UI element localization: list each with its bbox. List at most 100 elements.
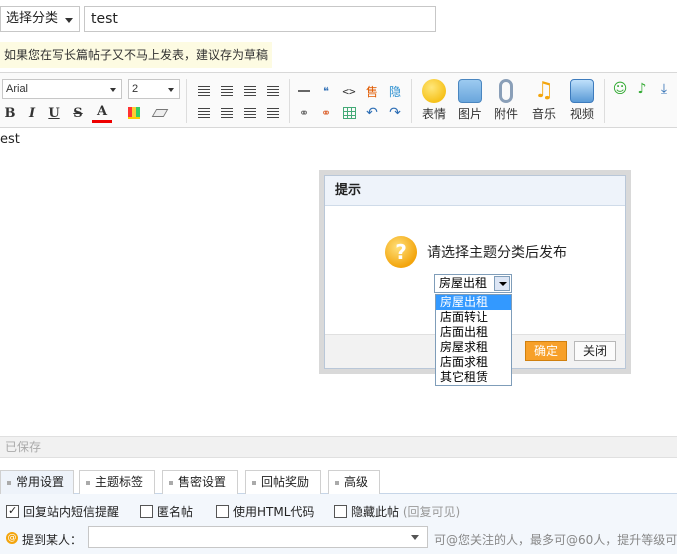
dialog-category-value: 房屋出租 bbox=[439, 276, 488, 290]
hide-post-label: 隐藏此帖 bbox=[351, 505, 400, 519]
smiley-icon bbox=[422, 79, 446, 103]
toolbar-divider bbox=[604, 79, 605, 123]
title-input[interactable]: test bbox=[84, 6, 436, 32]
font-size-value: 2 bbox=[132, 83, 139, 95]
dropdown-option[interactable]: 其它租赁 bbox=[436, 370, 511, 385]
download-icon[interactable]: ⤓ bbox=[654, 79, 674, 99]
anonymous-option[interactable]: 匿名帖 bbox=[140, 504, 193, 520]
dialog-category-select[interactable]: 房屋出租 bbox=[434, 274, 512, 293]
emoji-button[interactable]: 表情 bbox=[414, 75, 454, 127]
unordered-list-icon[interactable] bbox=[217, 103, 237, 123]
eraser-icon[interactable] bbox=[150, 103, 170, 123]
dropdown-option[interactable]: 店面出租 bbox=[436, 325, 511, 340]
hide-post-checkbox[interactable] bbox=[334, 505, 347, 518]
dropdown-option[interactable]: 房屋出租 bbox=[436, 295, 511, 310]
music-note-icon: ♫ bbox=[534, 78, 554, 103]
emoji-button-label: 表情 bbox=[421, 107, 446, 121]
quote-icon[interactable]: ❝ bbox=[316, 81, 336, 101]
strikethrough-button[interactable]: S bbox=[68, 103, 88, 123]
at-sign-icon: @ bbox=[6, 532, 18, 544]
align-left-icon[interactable] bbox=[194, 81, 214, 101]
tab-advanced[interactable]: 高级 bbox=[328, 470, 380, 494]
unlink-icon[interactable]: ⚭ bbox=[316, 103, 336, 123]
video-icon bbox=[570, 79, 594, 103]
code-icon[interactable]: <> bbox=[339, 81, 359, 101]
link-icon[interactable]: ⚭ bbox=[294, 103, 314, 123]
background-color-icon[interactable] bbox=[124, 103, 144, 123]
attachment-button-label: 附件 bbox=[493, 107, 518, 121]
chevron-down-icon[interactable] bbox=[494, 276, 510, 291]
redo-icon[interactable]: ↷ bbox=[385, 103, 405, 123]
hide-content-icon[interactable]: 隐 bbox=[385, 81, 405, 101]
settings-tabs: 常用设置 主题标签 售密设置 回帖奖励 高级 bbox=[0, 468, 677, 494]
dropdown-option[interactable]: 店面求租 bbox=[436, 355, 511, 370]
question-icon: ? bbox=[385, 236, 417, 268]
underline-button[interactable]: U bbox=[44, 103, 64, 123]
video-button-label: 视频 bbox=[569, 107, 594, 121]
dialog-category-options: 房屋出租 店面转让 店面出租 房屋求租 店面求租 其它租赁 bbox=[435, 294, 512, 386]
chevron-down-icon bbox=[168, 88, 174, 92]
editor-toolbar: Arial 2 B I U S A ❝ <> 售 隐 ⚭ ⚭ ↶ ↷ 表情 图片 bbox=[0, 72, 677, 128]
image-button-label: 图片 bbox=[457, 107, 482, 121]
undo-icon[interactable]: ↶ bbox=[362, 103, 382, 123]
picture-icon bbox=[458, 79, 482, 103]
audio-icon[interactable]: ♪ bbox=[632, 79, 652, 99]
chevron-down-icon bbox=[65, 18, 73, 23]
toolbar-divider bbox=[411, 79, 412, 123]
reply-notify-option[interactable]: 回复站内短信提醒 bbox=[6, 503, 120, 520]
editor-content: est bbox=[0, 132, 20, 147]
ordered-list-icon[interactable] bbox=[194, 103, 214, 123]
reply-notify-checkbox[interactable] bbox=[6, 503, 19, 519]
image-button[interactable]: 图片 bbox=[450, 75, 490, 127]
tab-sell-settings[interactable]: 售密设置 bbox=[162, 470, 238, 494]
align-right-icon[interactable] bbox=[240, 81, 260, 101]
draft-tip: 如果您在写长篇帖子又不马上发表，建议存为草稿 bbox=[0, 42, 272, 68]
chevron-down-icon[interactable] bbox=[411, 535, 419, 540]
dropdown-option[interactable]: 店面转让 bbox=[436, 310, 511, 325]
hide-post-option[interactable]: 隐藏此帖 (回复可见) bbox=[334, 504, 460, 520]
tab-topic-tags[interactable]: 主题标签 bbox=[79, 470, 155, 494]
horizontal-rule-icon[interactable] bbox=[294, 81, 314, 101]
paperclip-icon bbox=[499, 79, 513, 103]
align-justify-icon[interactable] bbox=[263, 81, 283, 101]
hide-post-hint: (回复可见) bbox=[402, 505, 461, 519]
bold-button[interactable]: B bbox=[0, 103, 20, 123]
mention-input[interactable] bbox=[88, 526, 428, 548]
font-family-select[interactable]: Arial bbox=[2, 79, 122, 99]
anonymous-checkbox[interactable] bbox=[140, 505, 153, 518]
font-family-value: Arial bbox=[6, 83, 29, 95]
tab-common-settings[interactable]: 常用设置 bbox=[0, 470, 74, 494]
toolbar-divider bbox=[186, 79, 187, 123]
video-button[interactable]: 视频 bbox=[562, 75, 602, 127]
table-icon[interactable] bbox=[339, 103, 359, 123]
mention-hint: 可@您关注的人，最多可@60人，提升等级可 bbox=[434, 533, 677, 547]
confirm-button[interactable]: 确定 bbox=[525, 341, 567, 361]
music-button[interactable]: ♫ 音乐 bbox=[524, 75, 564, 127]
dialog-title: 提示 bbox=[325, 176, 625, 206]
reply-notify-label: 回复站内短信提醒 bbox=[23, 505, 120, 519]
dialog-message: 请选择主题分类后发布 bbox=[427, 245, 567, 261]
sell-content-icon[interactable]: 售 bbox=[362, 81, 382, 101]
close-button[interactable]: 关闭 bbox=[574, 341, 616, 361]
category-select[interactable]: 选择分类 bbox=[0, 6, 80, 32]
dropdown-option[interactable]: 房屋求租 bbox=[436, 340, 511, 355]
category-select-label: 选择分类 bbox=[6, 11, 59, 26]
use-html-option[interactable]: 使用HTML代码 bbox=[216, 504, 314, 520]
settings-panel: 回复站内短信提醒 匿名帖 使用HTML代码 隐藏此帖 (回复可见) @ 提到某人… bbox=[0, 494, 677, 554]
toolbar-divider bbox=[289, 79, 290, 123]
mention-label: 提到某人： bbox=[22, 533, 83, 547]
anonymous-label: 匿名帖 bbox=[157, 505, 194, 519]
indent-icon[interactable] bbox=[240, 103, 260, 123]
font-color-button[interactable]: A bbox=[92, 103, 112, 123]
post-header: 选择分类 test bbox=[0, 0, 677, 40]
align-center-icon[interactable] bbox=[217, 81, 237, 101]
font-size-select[interactable]: 2 bbox=[128, 79, 180, 99]
flash-icon[interactable]: ☺ bbox=[610, 79, 630, 99]
use-html-checkbox[interactable] bbox=[216, 505, 229, 518]
saved-status: 已保存 bbox=[0, 436, 677, 458]
outdent-icon[interactable] bbox=[263, 103, 283, 123]
italic-button[interactable]: I bbox=[22, 103, 42, 123]
tab-reply-reward[interactable]: 回帖奖励 bbox=[245, 470, 321, 494]
attachment-button[interactable]: 附件 bbox=[486, 75, 526, 127]
music-button-label: 音乐 bbox=[531, 107, 556, 121]
